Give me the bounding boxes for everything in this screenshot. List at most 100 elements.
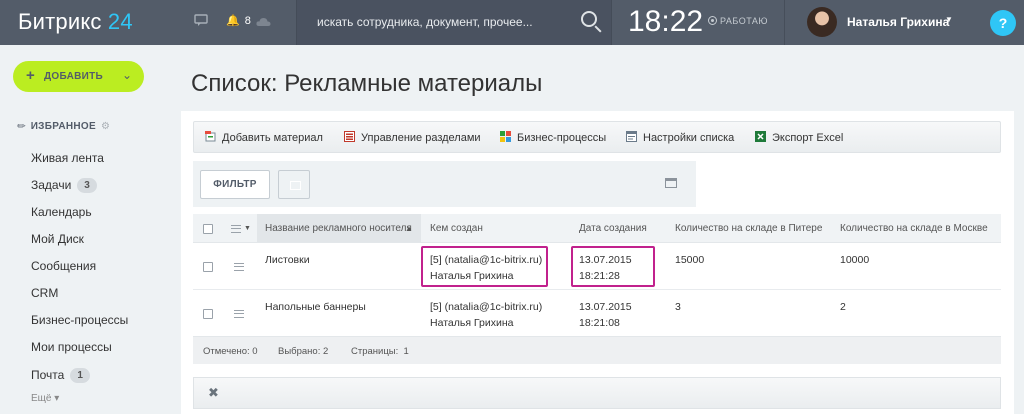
search-box[interactable]: искать сотрудника, документ, прочее... [296, 0, 612, 45]
business-process-icon [500, 131, 511, 142]
logo-text: Битрикс [18, 9, 102, 34]
sidebar-item-crm[interactable]: CRM [31, 286, 58, 300]
work-status[interactable]: РАБОТАЮ [708, 16, 768, 26]
cell-stock-msk: 10000 [840, 254, 870, 266]
sidebar-item-bp[interactable]: Бизнес-процессы [31, 313, 128, 327]
cell-stock-msk: 2 [840, 301, 846, 313]
table-row[interactable]: Напольные баннеры [5] (natalia@1c-bitrix… [193, 290, 1001, 337]
sidebar-item-label: Задачи [31, 178, 72, 192]
filter-area: ФИЛЬТР [193, 161, 696, 207]
count-badge: 1 [70, 368, 90, 383]
column-header-creator[interactable]: Кем создан [430, 223, 483, 234]
sidebar-item-mail[interactable]: Почта 1 [31, 368, 90, 383]
chevron-down-icon: ▼ [244, 225, 251, 232]
table-row[interactable]: Листовки [5] (natalia@1c-bitrix.ru) Ната… [193, 243, 1001, 290]
chat-icon[interactable] [194, 14, 208, 29]
cell-time: 18:21:28 [579, 270, 620, 282]
cell-name[interactable]: Напольные баннеры [265, 299, 366, 315]
excel-icon [755, 131, 766, 142]
sidebar-item-messages[interactable]: Сообщения [31, 259, 96, 273]
sidebar-item-label: Мои процессы [31, 340, 112, 354]
chevron-down-icon: ⌄ [121, 68, 132, 82]
count-badge: 3 [77, 178, 97, 193]
manage-sections-button[interactable]: Управление разделами [344, 131, 481, 144]
cell-creator-id[interactable]: [5] (natalia@1c-bitrix.ru) [430, 299, 542, 315]
cell-stock-spb: 15000 [675, 254, 705, 266]
export-excel-button[interactable]: Экспорт Excel [755, 131, 843, 144]
sidebar-item-live-feed[interactable]: Живая лента [31, 151, 104, 165]
add-button[interactable]: + ДОБАВИТЬ ⌄ [13, 61, 144, 92]
pages-label: Страницы: [351, 346, 399, 357]
business-processes-button[interactable]: Бизнес-процессы [500, 131, 606, 144]
add-material-label: Добавить материал [222, 132, 323, 144]
sidebar-item-label: Почта [31, 368, 65, 382]
sidebar-item-label: Живая лента [31, 151, 104, 165]
grid-header: ▼ Название рекламного носителя ▲ Кем соз… [193, 214, 1001, 243]
sidebar-item-label: Мой Диск [31, 232, 84, 246]
sidebar-item-label: Сообщения [31, 259, 97, 273]
sidebar-more-label: Ещё [31, 393, 52, 404]
selected-count: Выбрано: 2 [278, 346, 328, 357]
pages-value[interactable]: 1 [404, 346, 409, 357]
logo[interactable]: Битрикс 24 [18, 9, 133, 35]
column-header-date[interactable]: Дата создания [579, 223, 647, 234]
sidebar-item-my-processes[interactable]: Мои процессы [31, 340, 112, 354]
user-name: Наталья Грихина [847, 15, 950, 29]
sidebar-item-calendar[interactable]: Календарь [31, 205, 92, 219]
notifications[interactable]: 🔔 8 [226, 14, 251, 27]
search-icon[interactable] [581, 11, 597, 27]
window-icon[interactable] [665, 178, 677, 188]
row-menu-icon[interactable] [234, 263, 244, 271]
cell-name[interactable]: Листовки [265, 252, 310, 268]
sidebar-more[interactable]: Ещё ▾ [31, 393, 59, 404]
column-header-name[interactable]: Название рекламного носителя [265, 223, 412, 234]
close-icon[interactable]: ✖ [208, 385, 219, 401]
column-header-stock-msk[interactable]: Количество на складе в Москве [840, 223, 988, 234]
logo-number: 24 [107, 9, 133, 34]
filter-button[interactable]: ФИЛЬТР [200, 170, 270, 199]
sidebar-item-label: Календарь [31, 205, 92, 219]
sort-asc-icon: ▲ [405, 224, 413, 233]
chevron-down-icon: ▼ [945, 15, 953, 24]
gear-icon[interactable]: ⚙ [101, 121, 110, 132]
row-checkbox[interactable] [203, 262, 213, 272]
sidebar-item-disk[interactable]: Мой Диск [31, 232, 84, 246]
cell-creator-id[interactable]: [5] (natalia@1c-bitrix.ru) [430, 252, 542, 268]
cell-creator-name[interactable]: Наталья Грихина [430, 315, 513, 331]
notification-count: 8 [244, 15, 251, 27]
sections-icon [344, 131, 355, 142]
column-settings-icon[interactable] [231, 225, 241, 233]
manage-sections-label: Управление разделами [361, 132, 481, 144]
row-menu-icon[interactable] [234, 310, 244, 318]
cell-creator-name[interactable]: Наталья Грихина [430, 268, 513, 284]
action-bar: ✖ [193, 377, 1001, 409]
favorites-label: ИЗБРАННОЕ [30, 121, 96, 132]
select-all-checkbox[interactable] [203, 224, 213, 234]
help-button[interactable]: ? [990, 10, 1016, 36]
filter-options-button[interactable] [278, 170, 310, 199]
row-checkbox[interactable] [203, 309, 213, 319]
list-settings-button[interactable]: Настройки списка [626, 131, 734, 144]
bell-icon: 🔔 [226, 15, 240, 27]
clock[interactable]: 18:22 [628, 5, 703, 39]
favorites-header[interactable]: ✎ИЗБРАННОЕ ⚙ [15, 119, 110, 134]
business-processes-label: Бизнес-процессы [517, 132, 607, 144]
add-document-icon [205, 131, 216, 142]
list-toolbar: Добавить материал Управление разделами Б… [193, 121, 1001, 153]
chevron-down-icon: ▾ [54, 393, 60, 404]
status-icon [708, 16, 717, 25]
cloud-icon[interactable] [256, 15, 271, 30]
sidebar-item-label: CRM [31, 286, 59, 300]
add-material-button[interactable]: Добавить материал [205, 131, 323, 144]
search-input[interactable]: искать сотрудника, документ, прочее... [317, 15, 533, 29]
selected-label: Выбрано: [278, 346, 321, 357]
add-button-label: ДОБАВИТЬ [44, 71, 104, 82]
plus-icon: + [26, 67, 35, 84]
pin-icon: ✎ [15, 119, 30, 134]
column-header-stock-spb[interactable]: Количество на складе в Питере [675, 223, 822, 234]
marked-count: Отмечено: 0 [203, 346, 258, 357]
grid-footer: Отмечено: 0 Выбрано: 2 Страницы: 1 [193, 336, 1001, 364]
avatar [807, 7, 837, 37]
sidebar-item-tasks[interactable]: Задачи 3 [31, 178, 97, 193]
user-menu[interactable]: Наталья Грихина ▼ [784, 0, 970, 45]
